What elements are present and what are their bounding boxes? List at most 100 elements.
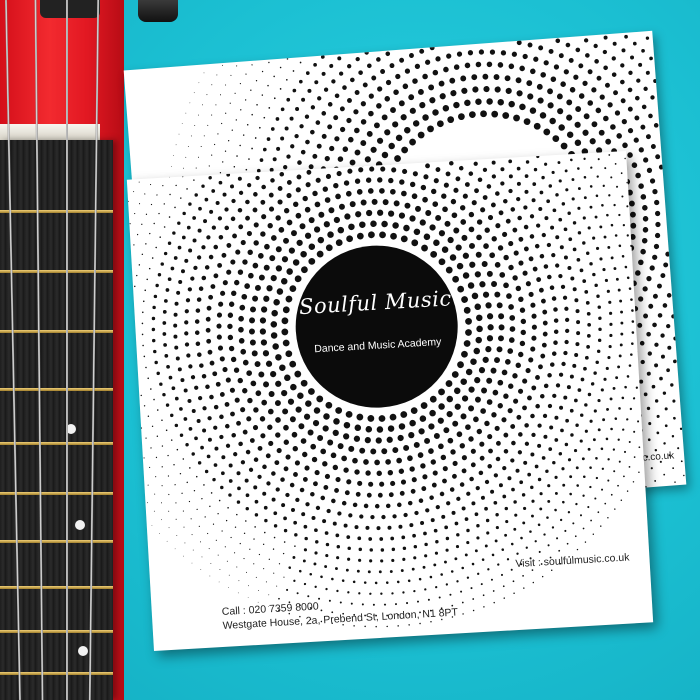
- halftone-dot: [273, 97, 276, 100]
- halftone-dot: [562, 500, 565, 504]
- halftone-dot: [181, 123, 183, 124]
- halftone-dot: [261, 184, 266, 190]
- halftone-dot: [673, 359, 677, 364]
- halftone-dot: [539, 393, 545, 399]
- halftone-dot: [527, 42, 533, 48]
- halftone-dot: [493, 473, 498, 478]
- halftone-dot: [522, 270, 528, 276]
- halftone-dot: [381, 151, 389, 159]
- halftone-dot: [492, 590, 495, 592]
- halftone-dot: [257, 474, 262, 479]
- halftone-dot: [197, 395, 203, 401]
- halftone-dot: [198, 206, 202, 211]
- halftone-dot: [450, 449, 456, 455]
- halftone-dot: [231, 198, 236, 204]
- halftone-dot: [500, 573, 504, 576]
- halftone-dot: [497, 379, 504, 386]
- halftone-dot: [397, 625, 399, 627]
- halftone-dot: [499, 272, 506, 278]
- halftone-dot: [484, 506, 488, 511]
- halftone-dot: [229, 184, 234, 189]
- halftone-dot: [224, 401, 230, 407]
- halftone-dot: [643, 157, 649, 163]
- halftone-dot: [633, 456, 636, 458]
- halftone-dot: [628, 70, 633, 75]
- halftone-dot: [618, 407, 621, 410]
- halftone-dot: [433, 528, 438, 533]
- halftone-dot: [398, 423, 406, 430]
- halftone-dot: [239, 82, 242, 85]
- halftone-dot: [456, 533, 460, 537]
- halftone-dot: [197, 156, 200, 158]
- halftone-dot: [620, 499, 623, 501]
- halftone-dot: [248, 328, 255, 335]
- halftone-dot: [335, 239, 343, 247]
- halftone-dot: [666, 323, 671, 329]
- halftone-dot: [485, 518, 490, 523]
- halftone-dot: [510, 424, 516, 429]
- halftone-dot: [217, 554, 219, 556]
- halftone-dot: [438, 230, 446, 237]
- halftone-dot: [524, 423, 529, 428]
- halftone-dot: [472, 609, 475, 612]
- halftone-dot: [315, 120, 321, 125]
- halftone-dot: [575, 106, 582, 112]
- halftone-dot: [586, 251, 590, 255]
- halftone-dot: [592, 272, 596, 277]
- halftone-dot: [529, 214, 535, 219]
- halftone-dot: [202, 428, 207, 433]
- halftone-dot: [640, 194, 647, 200]
- halftone-dot: [176, 290, 181, 295]
- halftone-dot: [376, 426, 384, 433]
- halftone-dot: [206, 235, 211, 240]
- halftone-dot: [183, 388, 188, 393]
- halftone-dot: [509, 315, 516, 321]
- halftone-dot: [381, 114, 388, 121]
- halftone-dot: [431, 188, 437, 195]
- halftone-dot: [646, 167, 653, 173]
- halftone-dot: [474, 271, 481, 278]
- halftone-dot: [461, 506, 466, 511]
- halftone-dot: [251, 113, 253, 116]
- halftone-dot: [496, 346, 503, 353]
- halftone-dot: [493, 601, 495, 604]
- halftone-dot: [210, 492, 213, 494]
- halftone-dot: [526, 80, 533, 87]
- halftone-dot: [305, 71, 310, 75]
- halftone-dot: [302, 195, 308, 202]
- halftone-dot: [491, 174, 496, 179]
- halftone-dot: [384, 129, 391, 136]
- halftone-dot: [473, 347, 481, 355]
- halftone-dot: [502, 585, 505, 588]
- halftone-dot: [168, 493, 170, 496]
- halftone-dot: [648, 422, 652, 426]
- halftone-dot: [322, 461, 328, 467]
- photo-scene: music.co.uk Soulful Music Dance and Musi…: [0, 0, 700, 700]
- halftone-dot: [367, 415, 375, 422]
- halftone-dot: [180, 269, 185, 274]
- halftone-dot: [176, 448, 179, 451]
- halftone-dot: [471, 74, 478, 81]
- halftone-dot: [552, 208, 557, 213]
- halftone-dot: [442, 466, 448, 472]
- halftone-dot: [607, 102, 613, 108]
- halftone-dot: [564, 317, 570, 323]
- halftone-dot: [213, 425, 218, 430]
- halftone-dot: [436, 120, 444, 128]
- halftone-dot: [635, 270, 641, 276]
- halftone-dot: [571, 197, 575, 201]
- halftone-dot: [451, 510, 456, 515]
- halftone-dot: [270, 235, 277, 241]
- halftone-dot: [138, 264, 141, 266]
- halftone-dot: [531, 499, 535, 503]
- halftone-dot: [486, 313, 494, 320]
- halftone-dot: [379, 537, 384, 541]
- halftone-dot: [162, 321, 167, 325]
- halftone-dot: [513, 527, 517, 531]
- halftone-dot: [358, 547, 363, 552]
- halftone-dot: [166, 540, 168, 542]
- halftone-dot: [643, 86, 648, 91]
- halftone-dot: [252, 262, 259, 269]
- halftone-dot: [307, 595, 310, 598]
- halftone-dot: [317, 435, 324, 441]
